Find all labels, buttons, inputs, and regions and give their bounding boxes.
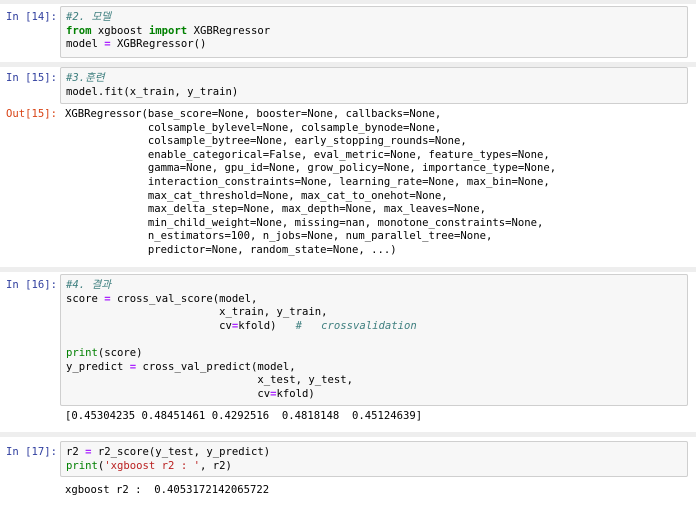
code-line: x_test, y_test, [66,374,682,388]
code-comment: #3.훈련 [66,72,105,84]
cell-separator [0,0,696,4]
code-line: cv=kfold) # crossvalidation [66,320,682,334]
output-line: interaction_constraints=None, learning_r… [65,175,550,188]
keyword: import [148,24,188,37]
code-line: #2. 모델 [66,11,682,25]
code-text: kfold) [238,319,296,332]
code-cell-14[interactable]: #2. 모델 from xgboost import XGBRegressor … [60,6,688,58]
code-text: y_predict [66,360,130,373]
output-line: predictor=None, random_state=None, ...) [65,243,397,256]
code-text: cross_val_predict(model, [136,360,296,373]
code-line: #3.훈련 [66,72,682,86]
output-line: max_cat_threshold=None, max_cat_to_oneho… [65,189,448,202]
builtin: print [66,346,98,359]
cell-output-16: [0.45304235 0.48451461 0.4292516 0.48181… [60,410,688,424]
code-cell-15[interactable]: #3.훈련 model.fit(x_train, y_train) [60,67,688,104]
code-text: cross_val_score(model, [110,292,258,305]
code-text: XGBRegressor() [110,38,207,51]
code-comment: #4. 결과 [66,279,112,291]
string-literal: 'xgboost r2 : ' [104,459,200,472]
code-text: , r2) [199,459,232,472]
code-text: r2 [66,446,86,458]
code-text: score [66,292,105,305]
cell-output-15: XGBRegressor(base_score=None, booster=No… [60,108,688,258]
code-line: score = cross_val_score(model, [66,293,682,307]
input-prompt: In [15]: [5,72,57,84]
code-line: r2 = r2_score(y_test, y_predict) [66,446,682,460]
builtin: print [66,459,98,472]
output-line: XGBRegressor(base_score=None, booster=No… [65,108,442,120]
code-line: y_predict = cross_val_predict(model, [66,361,682,375]
input-prompt: In [16]: [5,279,57,291]
code-line: model = XGBRegressor() [66,38,682,52]
code-line: cv=kfold) [66,388,682,402]
code-line: print('xgboost r2 : ', r2) [66,460,682,474]
code-cell-16[interactable]: #4. 결과 score = cross_val_score(model, x_… [60,274,688,406]
code-line: from xgboost import XGBRegressor [66,25,682,39]
code-text: x_train, y_train, [66,306,328,319]
code-text: model [66,38,105,51]
code-text: cv [66,387,271,400]
code-line: #4. 결과 [66,279,682,293]
input-prompt: In [17]: [5,446,57,458]
cell-output-17: xgboost r2 : 0.4053172142065722 [60,484,688,498]
output-line: n_estimators=100, n_jobs=None, num_paral… [65,230,493,243]
code-text: kfold) [276,387,315,400]
code-comment: #2. 모델 [66,11,112,23]
code-text: r2_score(y_test, y_predict) [91,446,271,458]
code-line: model.fit(x_train, y_train) [66,86,682,100]
output-line: enable_categorical=False, eval_metric=No… [65,148,550,161]
output-line: min_child_weight=None, missing=nan, mono… [65,216,544,229]
code-line: print(score) [66,347,682,361]
output-line: max_delta_step=None, max_depth=None, max… [65,203,486,216]
code-comment: # crossvalidation [295,319,417,332]
code-cell-17[interactable]: r2 = r2_score(y_test, y_predict) print('… [60,441,688,477]
code-text: cv [66,319,232,332]
output-line: [0.45304235 0.48451461 0.4292516 0.48181… [65,410,423,422]
output-line: colsample_bylevel=None, colsample_bynode… [65,121,442,134]
code-text: XGBRegressor [187,24,271,37]
input-prompt: In [14]: [5,11,57,23]
output-prompt: Out[15]: [5,108,57,120]
code-text: model.fit(x_train, y_train) [66,85,239,98]
cell-separator [0,267,696,272]
keyword: from [66,24,92,37]
code-text: x_test, y_test, [66,374,354,387]
output-line: colsample_bytree=None, early_stopping_ro… [65,135,467,148]
code-line: x_train, y_train, [66,306,682,320]
output-line: xgboost r2 : 0.4053172142065722 [65,484,270,496]
cell-separator [0,432,696,437]
output-line: gamma=None, gpu_id=None, grow_policy=Non… [65,162,557,175]
code-text: xgboost [91,24,149,37]
code-text: (score) [97,346,143,359]
